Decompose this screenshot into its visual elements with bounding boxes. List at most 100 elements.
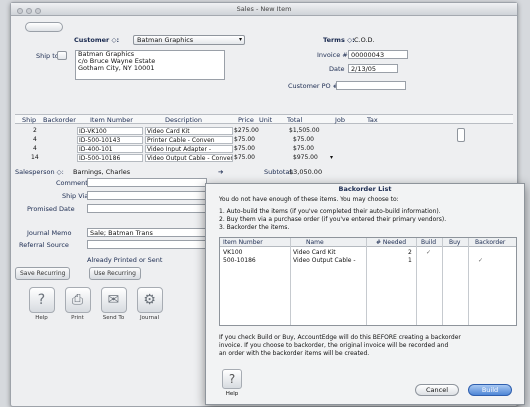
column-header: Backorder: [475, 239, 506, 246]
salesperson-label: Salesperson ◇:: [15, 168, 64, 176]
cancel-label: Cancel: [425, 386, 449, 394]
backorder-needed: 1: [408, 257, 412, 264]
item-price: $275.00: [234, 127, 259, 134]
dialog-title: Backorder List: [338, 185, 392, 193]
build-checkmark-icon[interactable]: ✓: [426, 249, 431, 256]
use-recurring-button[interactable]: Use Recurring: [89, 267, 141, 280]
item-description: Video Output Cable - Conven: [145, 154, 233, 162]
print-toolbar-button[interactable]: ⎙ Print: [61, 287, 94, 332]
print-toolbar-label: Print: [71, 315, 84, 321]
line-items-header: Ship Backorder Item Number Description P…: [15, 114, 513, 124]
referral-source-label: Referral Source: [19, 241, 69, 249]
table-row[interactable]: 14 ID-500-10186 Video Output Cable - Con…: [15, 154, 513, 162]
item-price: $75.00: [234, 154, 255, 161]
column-header: Item Number: [90, 116, 133, 124]
journal-toolbar-button[interactable]: ⚙ Journal: [133, 287, 166, 332]
customer-value: Batman Graphics: [137, 36, 194, 44]
window-controls[interactable]: [17, 6, 44, 18]
option-line: 2. Buy them via a purchase order (if you…: [219, 216, 447, 223]
send-to-toolbar-button[interactable]: ✉ Send To: [97, 287, 130, 332]
column-header: Unit: [259, 116, 273, 124]
journal-toolbar-label: Journal: [139, 315, 160, 321]
po-field[interactable]: [336, 81, 406, 90]
item-total: $1,505.00: [289, 127, 320, 134]
backorder-table-header: Item Number Name # Needed Build Buy Back…: [220, 238, 516, 247]
ship-to-line: Gotham City, NY 10001: [78, 64, 155, 72]
navigation-button[interactable]: [25, 22, 63, 32]
backorder-needed: 2: [408, 249, 412, 256]
cancel-button[interactable]: Cancel: [415, 384, 459, 396]
date-field[interactable]: 2/13/05: [348, 64, 398, 73]
invoice-field[interactable]: 00000043: [348, 50, 408, 59]
ship-to-address[interactable]: Batman Graphics c/o Bruce Wayne Estate G…: [75, 50, 225, 80]
column-header: Item Number: [223, 239, 263, 246]
customer-label: Customer ◇:: [74, 36, 120, 44]
dialog-help-button[interactable]: ? Help: [219, 369, 245, 399]
column-header: Job: [335, 116, 346, 124]
journal-memo-label: Journal Memo: [27, 229, 72, 237]
help-toolbar-label: Help: [35, 315, 48, 321]
backorder-item-number: 500-10186: [223, 257, 256, 264]
chevron-down-icon: ▾: [238, 36, 242, 43]
table-row[interactable]: VK100 Video Card Kit 2 ✓: [220, 249, 516, 257]
column-header: Ship: [22, 116, 37, 124]
column-header: # Needed: [376, 239, 407, 246]
date-label: Date: [329, 65, 345, 73]
customer-select[interactable]: Batman Graphics ▾: [133, 35, 245, 45]
terms-value: C.O.D.: [354, 36, 375, 44]
save-recurring-button[interactable]: Save Recurring: [15, 267, 71, 280]
comment-label: Comment: [56, 179, 88, 187]
dialog-note: If you check Build or Buy, AccountEdge w…: [219, 334, 461, 341]
ship-qty: 4: [33, 145, 37, 152]
backorder-item-number: VK100: [223, 249, 243, 256]
item-number: ID-500-10186: [77, 154, 143, 162]
salesperson-arrow-icon[interactable]: ➔: [218, 168, 223, 176]
ship-via-label: Ship Via: [62, 192, 89, 200]
help-toolbar-button[interactable]: ? Help: [25, 287, 58, 332]
promised-date-field[interactable]: [87, 204, 207, 213]
column-header: Buy: [449, 239, 461, 246]
column-header: Name: [306, 239, 324, 246]
column-header: Backorder: [43, 116, 76, 124]
table-row[interactable]: 500-10186 Video Output Cable - 1 ✓: [220, 257, 516, 265]
tax-checkbox[interactable]: [457, 128, 465, 142]
column-header: Tax: [367, 116, 378, 124]
table-row[interactable]: 2 ID-VK100 Video Card Kit $275.00 $1,505…: [15, 127, 513, 135]
option-line: 3. Backorder the items.: [219, 224, 290, 231]
dialog-note: invoice. If you choose to backorder, the…: [219, 342, 449, 349]
job-dropdown-icon[interactable]: ▾: [330, 154, 333, 161]
referral-source-field[interactable]: [87, 240, 207, 249]
option-line: 1. Auto-build the items (if you've compl…: [219, 208, 441, 215]
ship-to-label: Ship to: [36, 52, 59, 60]
ship-to-select[interactable]: [57, 51, 67, 60]
journal-icon: ⚙: [136, 287, 163, 313]
ship-via-field[interactable]: [87, 191, 207, 200]
table-row[interactable]: 4 ID-500-10143 Printer Cable - Conven $7…: [15, 136, 513, 144]
window-titlebar: Sales - New Item: [11, 3, 517, 16]
dialog-intro: You do not have enough of these items. Y…: [219, 196, 399, 203]
window-title: Sales - New Item: [236, 5, 292, 13]
item-description: Video Input Adapter -: [145, 145, 233, 153]
promised-date-label: Promised Date: [27, 205, 75, 213]
journal-memo-field[interactable]: Sale; Batman Trans: [87, 228, 207, 237]
backorder-item-name: Video Output Cable -: [293, 257, 356, 264]
table-row[interactable]: 4 ID-400-101 Video Input Adapter - $75.0…: [15, 145, 513, 153]
item-number: ID-400-101: [77, 145, 143, 153]
question-icon: ?: [28, 287, 55, 313]
column-header: Description: [165, 116, 203, 124]
send-to-toolbar-label: Send To: [102, 315, 125, 321]
question-icon: ?: [222, 369, 242, 389]
comment-field[interactable]: [87, 178, 207, 187]
build-button[interactable]: Build: [468, 384, 512, 396]
salesperson-value: Barnings, Charles: [73, 168, 131, 176]
column-header: Price: [238, 116, 254, 124]
backorder-checkmark-icon[interactable]: ✓: [478, 257, 483, 264]
item-description: Video Card Kit: [145, 127, 233, 135]
backorder-table: Item Number Name # Needed Build Buy Back…: [219, 237, 517, 326]
envelope-icon: ✉: [100, 287, 127, 313]
column-header: Build: [421, 239, 437, 246]
item-number: ID-VK100: [77, 127, 143, 135]
ship-qty: 14: [31, 154, 39, 161]
use-recurring-label: Use Recurring: [94, 270, 136, 277]
printer-icon: ⎙: [64, 287, 91, 313]
